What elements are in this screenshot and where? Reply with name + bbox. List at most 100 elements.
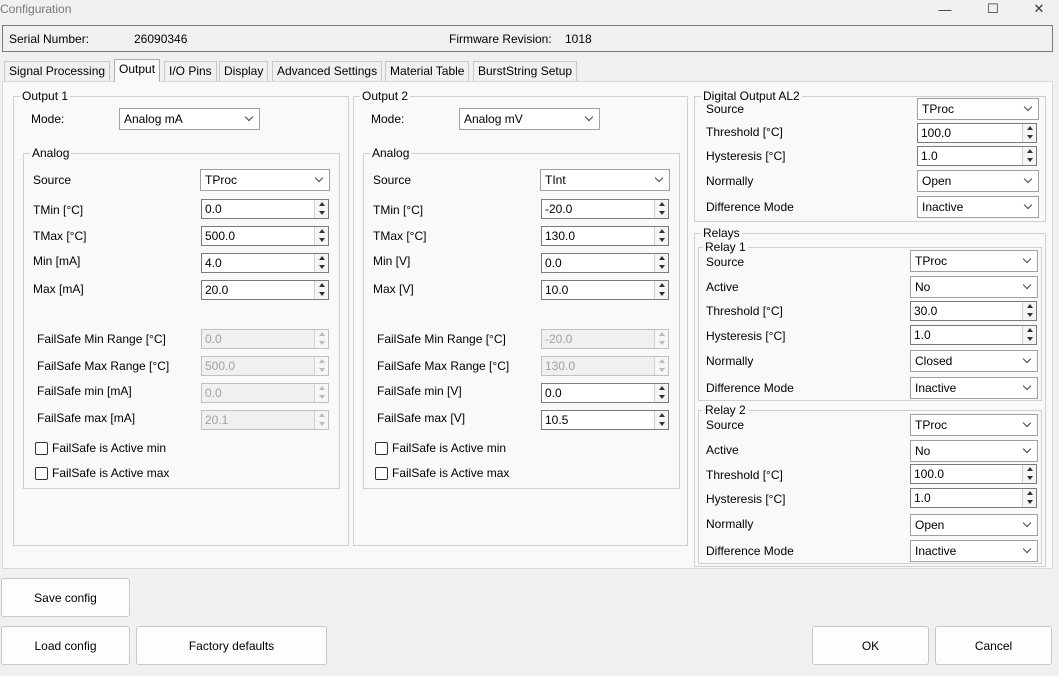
factory-defaults-button[interactable]: Factory defaults [136, 626, 327, 665]
output1-tmin-input[interactable] [205, 202, 325, 216]
spin-arrows-icon[interactable] [1022, 302, 1036, 320]
relay2-threshold-field[interactable] [910, 464, 1037, 484]
spin-arrows-icon [314, 357, 328, 375]
digital-threshold-field[interactable] [917, 123, 1037, 143]
save-config-button[interactable]: Save config [1, 578, 130, 617]
output2-failsafe-min-label: FailSafe min [V] [377, 384, 462, 398]
spin-arrows-icon[interactable] [1022, 147, 1036, 165]
output2-tmax-field[interactable] [541, 226, 669, 246]
relay1-active-select[interactable]: No [910, 276, 1038, 298]
digital-hysteresis-input[interactable] [921, 149, 1033, 163]
digital-threshold-label: Threshold [°C] [706, 125, 783, 139]
spin-arrows-icon[interactable] [1022, 326, 1036, 344]
checkbox-icon[interactable] [375, 466, 388, 480]
output1-tmax-field[interactable] [201, 226, 329, 246]
relay1-hysteresis-field[interactable] [910, 325, 1037, 345]
relay2-active-select[interactable]: No [910, 440, 1038, 462]
output2-tmax-input[interactable] [545, 229, 665, 243]
relay1-source-select[interactable]: TProc [910, 250, 1038, 272]
close-icon[interactable]: ✕ [1024, 0, 1054, 18]
digital-hysteresis-field[interactable] [917, 146, 1037, 166]
spin-arrows-icon[interactable] [314, 281, 328, 299]
output2-failsafe-max-field[interactable] [541, 410, 669, 430]
checkbox-icon[interactable] [35, 466, 48, 480]
output1-source-select[interactable]: TProc [200, 169, 330, 191]
spin-arrows-icon[interactable] [314, 227, 328, 245]
output2-tmin-input[interactable] [545, 202, 665, 216]
relay1-difference-mode-select[interactable]: Inactive [910, 377, 1038, 399]
relay1-hysteresis-input[interactable] [914, 328, 1033, 342]
output1-max-field[interactable] [201, 280, 329, 300]
relay2-hysteresis-field[interactable] [910, 488, 1037, 508]
output2-max-field[interactable] [541, 280, 669, 300]
checkbox-icon[interactable] [375, 441, 388, 455]
output1-failsafe-max-range-input [205, 359, 325, 373]
output1-min-input[interactable] [205, 256, 325, 270]
output2-failsafe-max-input[interactable] [545, 413, 665, 427]
tab-signal-processing[interactable]: Signal Processing [4, 61, 111, 81]
output2-mode-select[interactable]: Analog mV [459, 108, 600, 130]
output2-max-input[interactable] [545, 283, 665, 297]
minimize-icon[interactable]: — [930, 0, 960, 18]
output2-failsafe-max-range-label: FailSafe Max Range [°C] [377, 359, 510, 373]
relay1-title: Relay 1 [703, 240, 748, 254]
spin-arrows-icon[interactable] [654, 384, 668, 402]
relay2-normally-select[interactable]: Open [910, 514, 1038, 536]
tab-io-pins[interactable]: I/O Pins [164, 61, 217, 81]
tab-advanced-settings[interactable]: Advanced Settings [272, 61, 383, 81]
output1-tmin-field[interactable] [201, 199, 329, 219]
relay2-threshold-input[interactable] [914, 467, 1033, 481]
output2-min-input[interactable] [545, 256, 665, 270]
spin-arrows-icon[interactable] [314, 254, 328, 272]
output2-failsafe-active-min-checkbox[interactable]: FailSafe is Active min [375, 441, 506, 455]
output1-mode-label: Mode: [31, 112, 65, 126]
output1-failsafe-active-min-checkbox[interactable]: FailSafe is Active min [35, 441, 166, 455]
digital-normally-select[interactable]: Open [917, 170, 1039, 192]
relay2-threshold-label: Threshold [°C] [706, 468, 783, 482]
output2-min-field[interactable] [541, 253, 669, 273]
checkbox-icon[interactable] [35, 441, 48, 455]
spin-arrows-icon[interactable] [654, 254, 668, 272]
spin-arrows-icon[interactable] [314, 200, 328, 218]
spin-arrows-icon[interactable] [654, 411, 668, 429]
output2-failsafe-min-input[interactable] [545, 386, 665, 400]
ok-button[interactable]: OK [812, 626, 929, 665]
spin-arrows-icon[interactable] [1022, 489, 1036, 507]
output1-min-field[interactable] [201, 253, 329, 273]
output2-failsafe-active-max-checkbox[interactable]: FailSafe is Active max [375, 466, 509, 480]
output1-max-input[interactable] [205, 283, 325, 297]
tab-display[interactable]: Display [219, 61, 269, 81]
relay1-threshold-input[interactable] [914, 304, 1033, 318]
spin-arrows-icon[interactable] [654, 227, 668, 245]
output1-max-label: Max [mA] [33, 282, 84, 296]
spin-arrows-icon[interactable] [654, 200, 668, 218]
digital-difference-mode-label: Difference Mode [706, 200, 794, 214]
relay2-difference-mode-select[interactable]: Inactive [910, 540, 1038, 562]
output1-failsafe-max-range-label: FailSafe Max Range [°C] [37, 359, 170, 373]
cancel-button[interactable]: Cancel [935, 626, 1052, 665]
output2-tmax-label: TMax [°C] [373, 229, 427, 243]
maximize-icon[interactable]: ☐ [978, 0, 1008, 18]
tab-output[interactable]: Output [114, 59, 161, 82]
output2-source-select[interactable]: TInt [540, 169, 670, 191]
relay1-normally-select[interactable]: Closed [910, 350, 1038, 372]
spin-arrows-icon[interactable] [654, 281, 668, 299]
output1-mode-select[interactable]: Analog mA [119, 108, 260, 130]
tab-material-table[interactable]: Material Table [385, 61, 470, 81]
digital-source-select[interactable]: TProc [917, 98, 1039, 120]
spin-arrows-icon[interactable] [1022, 465, 1036, 483]
digital-difference-mode-select[interactable]: Inactive [917, 196, 1039, 218]
relay2-source-select[interactable]: TProc [910, 414, 1038, 436]
digital-threshold-input[interactable] [921, 126, 1033, 140]
output2-tmin-field[interactable] [541, 199, 669, 219]
load-config-button[interactable]: Load config [1, 626, 130, 665]
relay1-threshold-field[interactable] [910, 301, 1037, 321]
tab-burststring-setup[interactable]: BurstString Setup [473, 61, 578, 81]
relay2-hysteresis-label: Hysteresis [°C] [706, 492, 786, 506]
output1-tmax-input[interactable] [205, 229, 325, 243]
output1-failsafe-active-max-checkbox[interactable]: FailSafe is Active max [35, 466, 169, 480]
spin-arrows-icon[interactable] [1022, 124, 1036, 142]
relay2-hysteresis-input[interactable] [914, 491, 1033, 505]
output1-failsafe-max-input [205, 413, 325, 427]
output2-failsafe-min-field[interactable] [541, 383, 669, 403]
